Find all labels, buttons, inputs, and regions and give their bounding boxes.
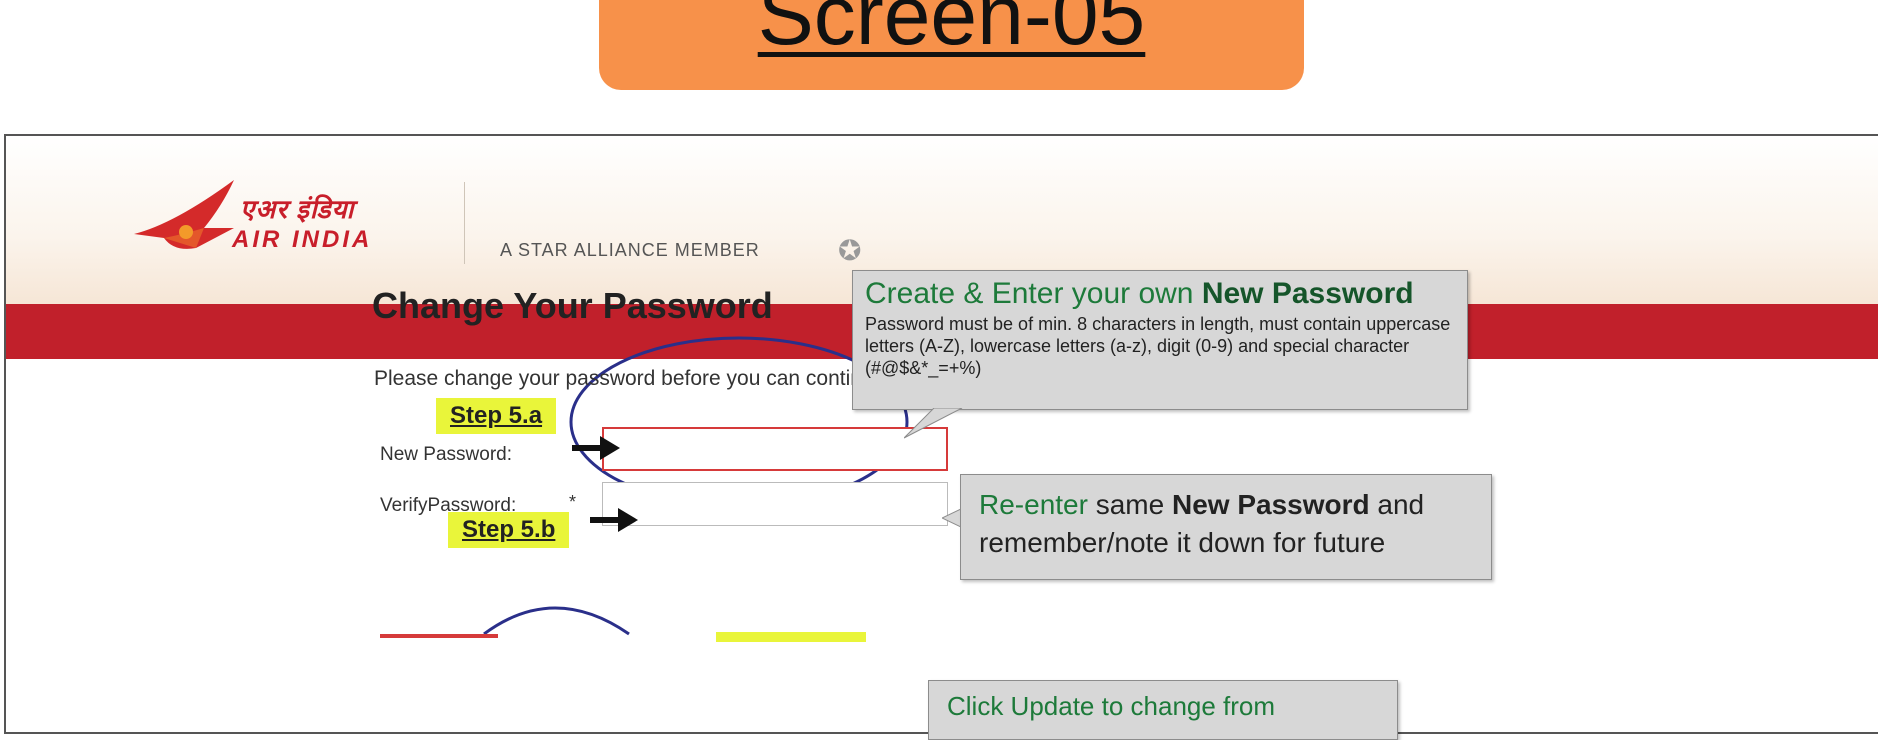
screen-label-badge: Screen-05: [599, 0, 1304, 90]
verify-password-input[interactable]: [602, 482, 948, 526]
reenter-password-callout: Re-enter same New Password and remember/…: [960, 474, 1492, 580]
new-password-label: New Password:: [380, 444, 512, 465]
new-password-input[interactable]: [602, 427, 948, 471]
arrow-right-icon: [590, 508, 638, 532]
callout2-line2: remember/note it down for future: [979, 527, 1386, 558]
callout-pointer: [904, 408, 963, 439]
change-password-panel: Change Your Password Please change your …: [224, 230, 1524, 740]
password-rules-text: Password must be of min. 8 characters in…: [865, 314, 1451, 378]
arrow-right-icon: [572, 436, 620, 460]
screen-label: Screen-05: [757, 0, 1146, 62]
page-title: Change Your Password: [372, 285, 773, 326]
logo-hindi-text: एअर इंडिया: [240, 194, 355, 224]
required-marker: *: [569, 492, 577, 512]
step-5b-badge: Step 5.b: [448, 512, 570, 548]
update-callout: Click Update to change from: [928, 680, 1398, 740]
password-rules-callout: Create & Enter your own New Password Pas…: [852, 270, 1468, 410]
callout-title: Create & Enter your own New Password: [865, 277, 1414, 310]
step-5a-badge: Step 5.a: [436, 398, 557, 434]
